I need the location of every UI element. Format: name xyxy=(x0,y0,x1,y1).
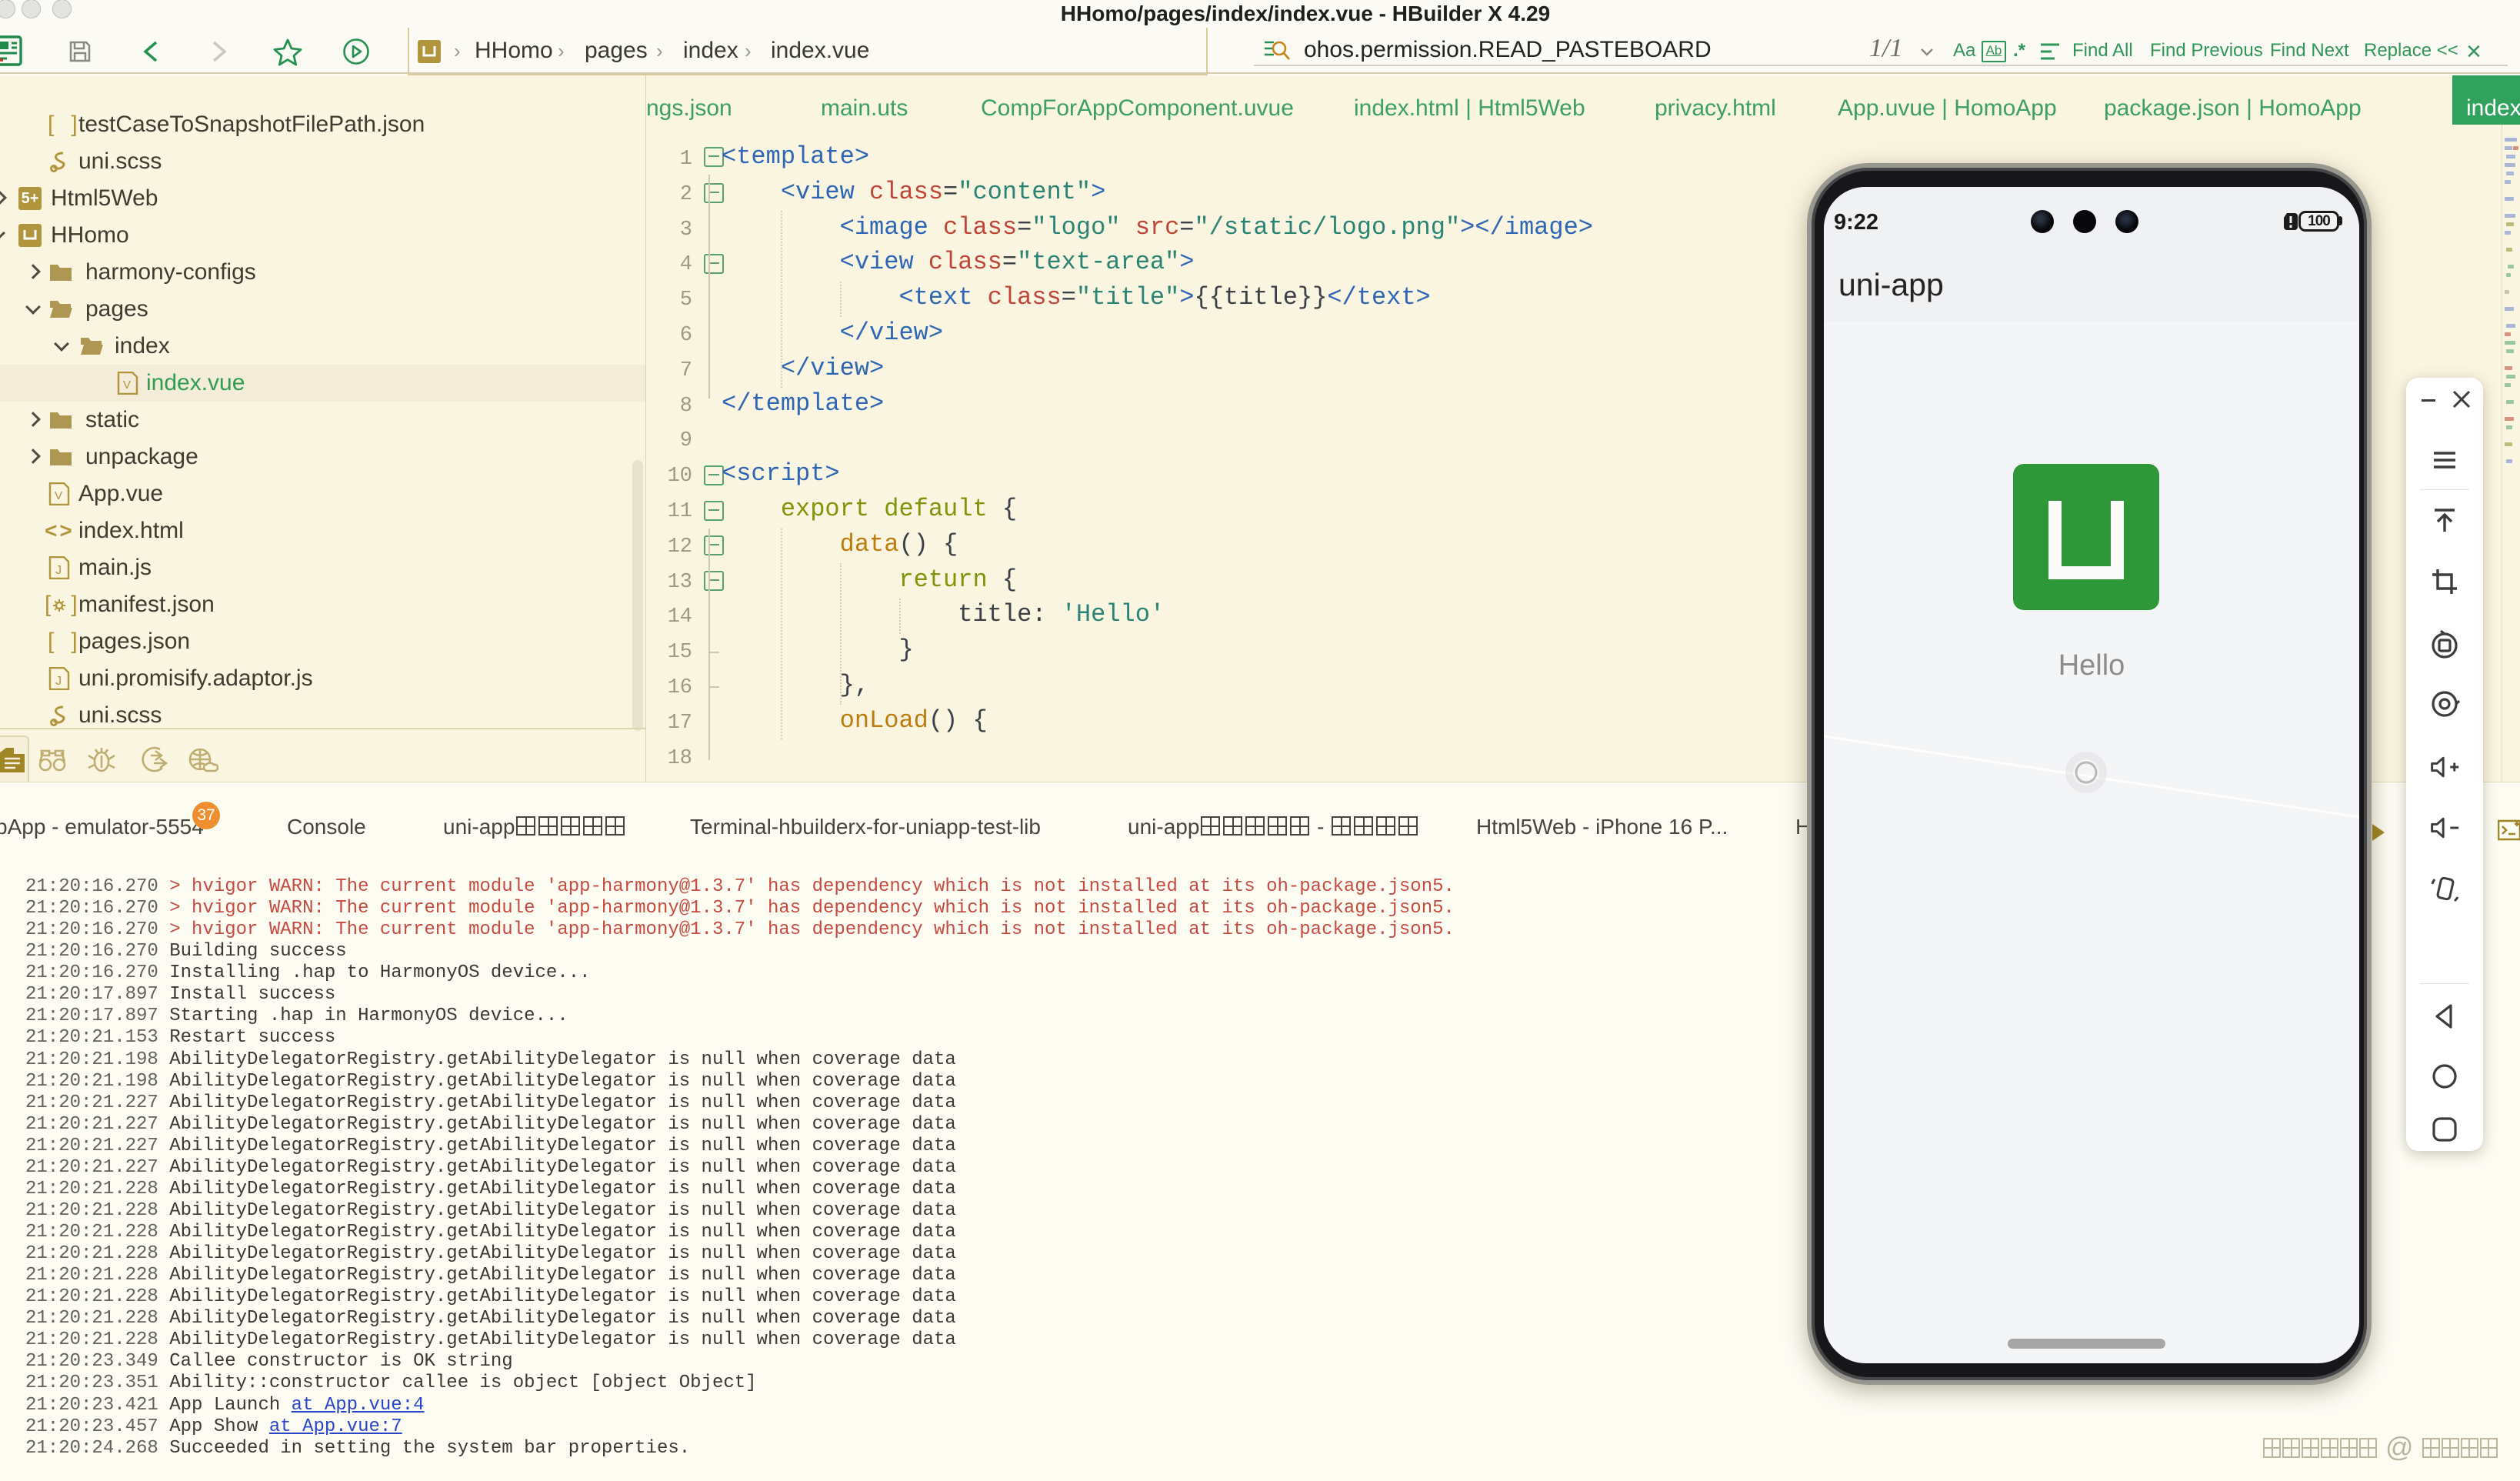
svg-text:V: V xyxy=(123,379,131,392)
svg-text:J: J xyxy=(55,564,62,577)
svg-text:J: J xyxy=(55,675,62,688)
svg-text:V: V xyxy=(55,489,62,502)
